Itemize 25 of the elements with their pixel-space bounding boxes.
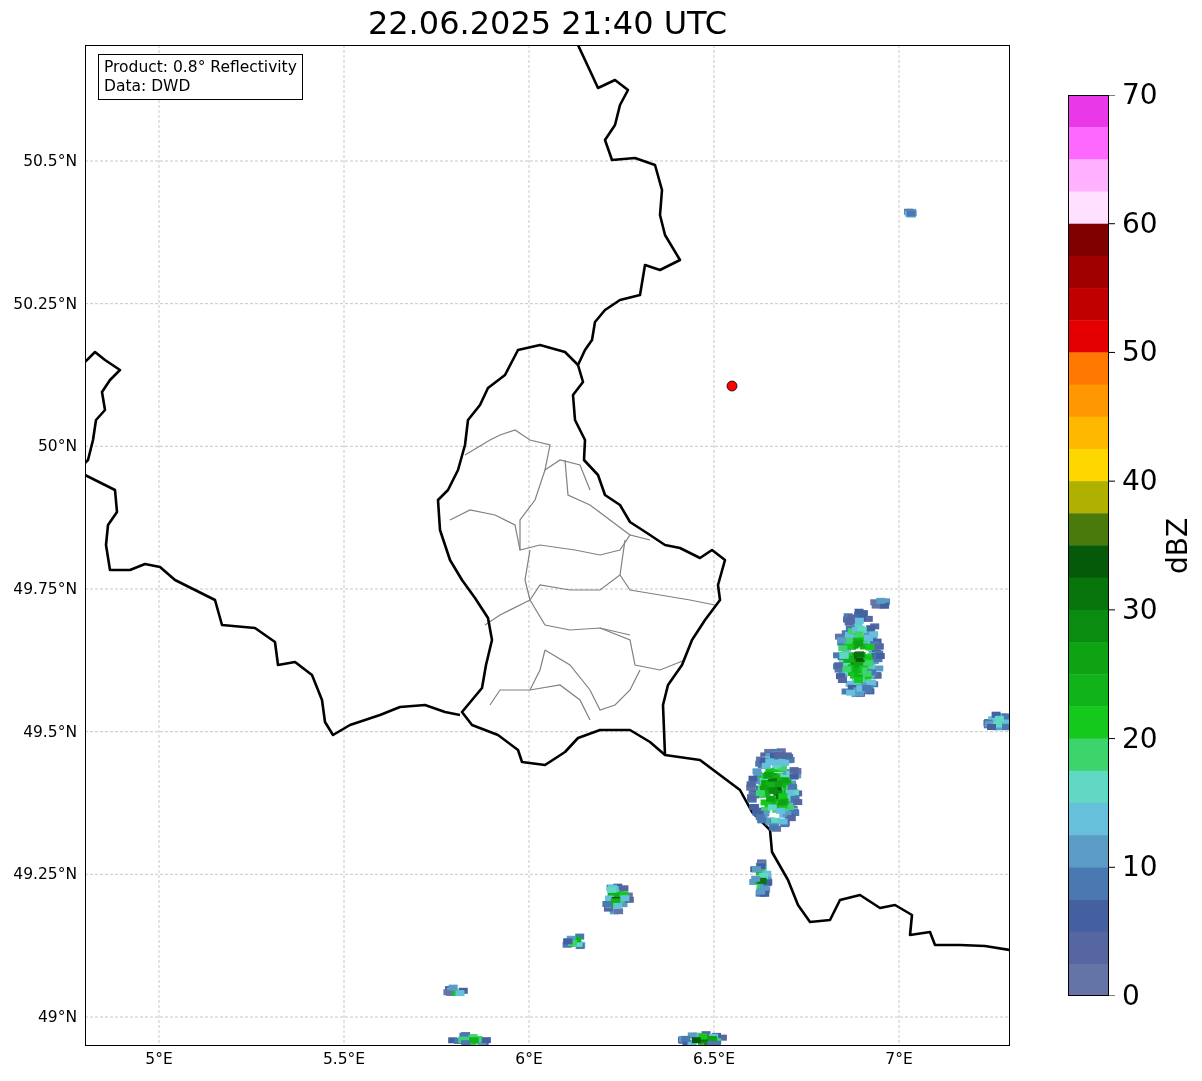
tick-label: 30 [1122, 594, 1158, 625]
axis-label: 50°N [37, 437, 77, 456]
tick-label: 40 [1122, 466, 1158, 497]
axis-label: 50.25°N [13, 294, 77, 313]
chart-title: 22.06.2025 21:40 UTC [366, 3, 729, 44]
axis-label: 49.5°N [23, 722, 77, 741]
tick-label: 10 [1122, 852, 1158, 883]
axis-label: 7°E [885, 1050, 913, 1068]
location-marker [726, 380, 738, 392]
axis-label: 6.5°E [692, 1050, 736, 1068]
info-text: Product: 0.8° Reflectivity [104, 58, 297, 77]
axis-label: 5.5°E [322, 1050, 366, 1068]
axis-label: 5°E [145, 1050, 173, 1068]
tick-label: 60 [1122, 208, 1158, 239]
axis-label: 50.5°N [23, 152, 77, 170]
axis-label: 49.25°N [13, 865, 77, 884]
axis-label: 49°N [37, 1008, 77, 1026]
tick-label: 20 [1122, 723, 1158, 754]
tick-label: 0 [1122, 981, 1140, 1011]
colorbar-label: dBZ [1163, 517, 1193, 574]
info-text: Data: DWD [104, 77, 192, 96]
axis-label: 49.75°N [13, 580, 77, 598]
tick-label: 50 [1122, 337, 1158, 368]
tick-label: 70 [1122, 80, 1158, 110]
axis-label: 6°E [515, 1050, 543, 1068]
